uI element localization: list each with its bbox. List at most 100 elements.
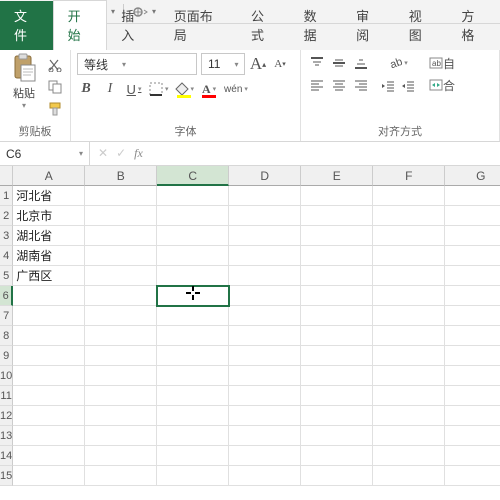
decrease-font-icon[interactable]: A▾ xyxy=(271,54,289,74)
cell-A5[interactable]: 广西区 xyxy=(13,266,85,286)
cell-D3[interactable] xyxy=(229,226,301,246)
tab-data[interactable]: 数据 xyxy=(290,1,343,50)
cell-A1[interactable]: 河北省 xyxy=(13,186,85,206)
cell-B4[interactable] xyxy=(85,246,157,266)
cell-C4[interactable] xyxy=(157,246,229,266)
column-header-A[interactable]: A xyxy=(13,166,85,186)
cell-A14[interactable] xyxy=(13,446,85,466)
cell-E6[interactable] xyxy=(301,286,373,306)
cell-E12[interactable] xyxy=(301,406,373,426)
cell-E8[interactable] xyxy=(301,326,373,346)
cell-E4[interactable] xyxy=(301,246,373,266)
cell-C12[interactable] xyxy=(157,406,229,426)
cell-G10[interactable] xyxy=(445,366,500,386)
cell-A11[interactable] xyxy=(13,386,85,406)
cell-C5[interactable] xyxy=(157,266,229,286)
cell-E15[interactable] xyxy=(301,466,373,486)
row-header-4[interactable]: 4 xyxy=(0,246,13,266)
cell-F13[interactable] xyxy=(373,426,445,446)
align-right-icon[interactable] xyxy=(351,75,371,95)
cell-E11[interactable] xyxy=(301,386,373,406)
cell-E14[interactable] xyxy=(301,446,373,466)
select-all-corner[interactable] xyxy=(0,166,13,186)
row-header-7[interactable]: 7 xyxy=(0,306,13,326)
cell-E10[interactable] xyxy=(301,366,373,386)
cell-D8[interactable] xyxy=(229,326,301,346)
tab-file[interactable]: 文件 xyxy=(0,1,53,50)
cell-G6[interactable] xyxy=(445,286,500,306)
row-header-1[interactable]: 1 xyxy=(0,186,13,206)
cell-G13[interactable] xyxy=(445,426,500,446)
fx-icon[interactable]: fx xyxy=(134,146,143,161)
cancel-icon[interactable]: ✕ xyxy=(98,146,108,161)
bold-button[interactable]: B xyxy=(77,79,95,99)
align-top-icon[interactable] xyxy=(307,53,327,73)
cell-B14[interactable] xyxy=(85,446,157,466)
cell-E3[interactable] xyxy=(301,226,373,246)
cell-B3[interactable] xyxy=(85,226,157,246)
cell-D6[interactable] xyxy=(229,286,301,306)
cell-A10[interactable] xyxy=(13,366,85,386)
cell-G3[interactable] xyxy=(445,226,500,246)
cell-D2[interactable] xyxy=(229,206,301,226)
tab-view[interactable]: 视图 xyxy=(395,1,448,50)
tab-extra[interactable]: 方格 xyxy=(447,1,500,50)
cell-C10[interactable] xyxy=(157,366,229,386)
cell-C2[interactable] xyxy=(157,206,229,226)
decrease-indent-icon[interactable] xyxy=(379,76,397,96)
cell-A3[interactable]: 湖北省 xyxy=(13,226,85,246)
cell-A6[interactable] xyxy=(13,286,85,306)
cell-B15[interactable] xyxy=(85,466,157,486)
row-header-5[interactable]: 5 xyxy=(0,266,13,286)
cell-B12[interactable] xyxy=(85,406,157,426)
fill-color-button[interactable]: ▾ xyxy=(175,79,195,99)
increase-font-icon[interactable]: A▴ xyxy=(249,54,267,74)
tab-insert[interactable]: 插入 xyxy=(107,1,160,50)
cell-D12[interactable] xyxy=(229,406,301,426)
row-header-12[interactable]: 12 xyxy=(0,406,13,426)
cell-G1[interactable] xyxy=(445,186,500,206)
column-header-B[interactable]: B xyxy=(85,166,157,186)
cell-B8[interactable] xyxy=(85,326,157,346)
cell-C13[interactable] xyxy=(157,426,229,446)
row-header-6[interactable]: 6 xyxy=(0,286,13,306)
cell-A9[interactable] xyxy=(13,346,85,366)
cell-G15[interactable] xyxy=(445,466,500,486)
border-button[interactable]: ▾ xyxy=(149,79,169,99)
cell-D13[interactable] xyxy=(229,426,301,446)
cell-B13[interactable] xyxy=(85,426,157,446)
increase-indent-icon[interactable] xyxy=(399,76,417,96)
cell-D11[interactable] xyxy=(229,386,301,406)
cell-G5[interactable] xyxy=(445,266,500,286)
copy-icon[interactable] xyxy=(46,77,64,97)
cell-G11[interactable] xyxy=(445,386,500,406)
cell-B2[interactable] xyxy=(85,206,157,226)
column-header-D[interactable]: D xyxy=(229,166,301,186)
cell-F9[interactable] xyxy=(373,346,445,366)
row-header-3[interactable]: 3 xyxy=(0,226,13,246)
cell-F14[interactable] xyxy=(373,446,445,466)
cell-G4[interactable] xyxy=(445,246,500,266)
cell-D15[interactable] xyxy=(229,466,301,486)
cell-G12[interactable] xyxy=(445,406,500,426)
cell-F15[interactable] xyxy=(373,466,445,486)
cell-F5[interactable] xyxy=(373,266,445,286)
cell-G14[interactable] xyxy=(445,446,500,466)
cell-F7[interactable] xyxy=(373,306,445,326)
row-header-13[interactable]: 13 xyxy=(0,426,13,446)
cell-B9[interactable] xyxy=(85,346,157,366)
align-center-icon[interactable] xyxy=(329,75,349,95)
underline-button[interactable]: U▾ xyxy=(125,79,143,99)
row-header-9[interactable]: 9 xyxy=(0,346,13,366)
cell-B7[interactable] xyxy=(85,306,157,326)
cell-B5[interactable] xyxy=(85,266,157,286)
row-header-15[interactable]: 15 xyxy=(0,466,13,486)
column-header-F[interactable]: F xyxy=(373,166,445,186)
cell-F11[interactable] xyxy=(373,386,445,406)
align-left-icon[interactable] xyxy=(307,75,327,95)
row-header-14[interactable]: 14 xyxy=(0,446,13,466)
cell-C6[interactable] xyxy=(157,286,229,306)
cell-C1[interactable] xyxy=(157,186,229,206)
cell-E7[interactable] xyxy=(301,306,373,326)
tab-review[interactable]: 审阅 xyxy=(342,1,395,50)
